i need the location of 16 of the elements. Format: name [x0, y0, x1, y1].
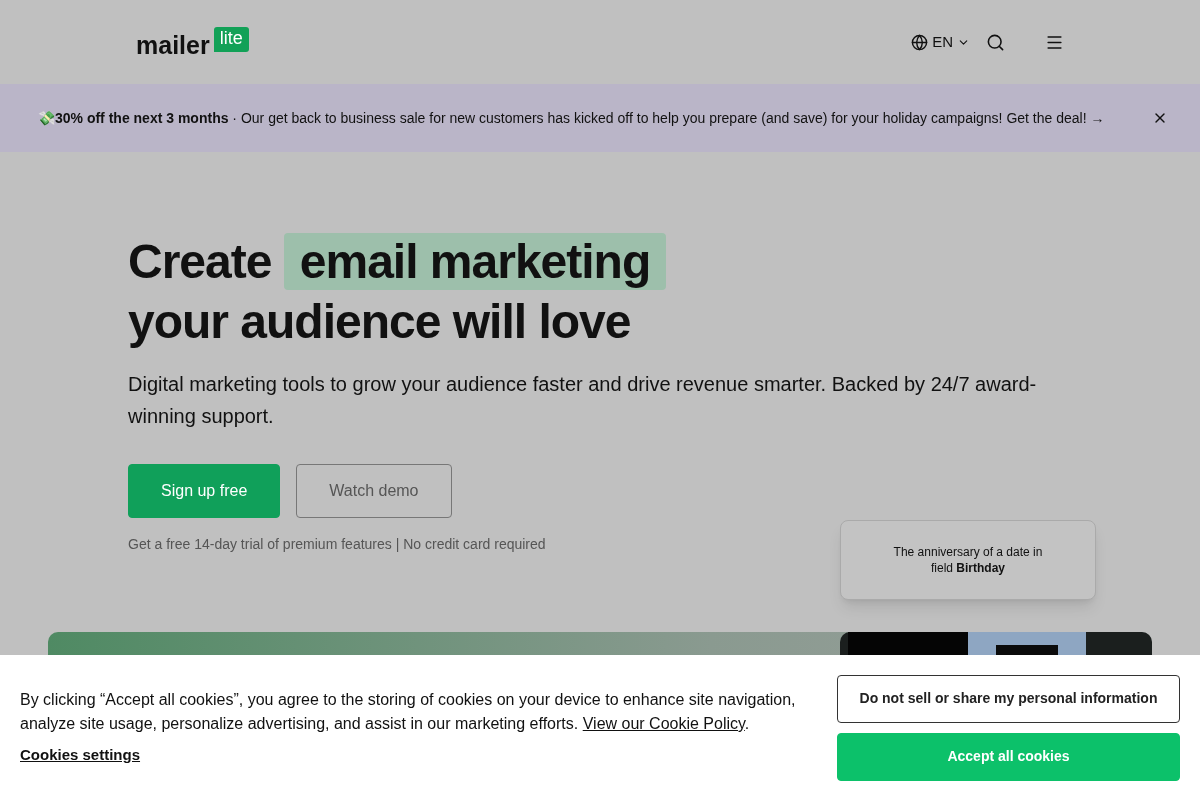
promo-message[interactable]: 💸30% off the next 3 months · Our get back to business sale for new customers has kicked off to help you prepare (and save) for your holiday campaigns! Get the deal! → [38, 106, 1128, 130]
logo-badge: lite [213, 26, 249, 52]
logo-wordmark: mailer [136, 32, 210, 58]
language-selector[interactable]: EN [911, 30, 970, 54]
hero-title: Create email marketing your audience will love [128, 232, 1200, 352]
trial-note: Get a free 14-day trial of premium features | No credit card required [128, 535, 546, 554]
watch-demo-button[interactable]: Watch demo [296, 464, 452, 518]
cookie-message: By clicking “Accept all cookies”, you agree to the storing of cookies on your device to enhance site navigation, analyze site usage, personalize advertising, and assist in our marketing efforts. View our Cookie Policy. [20, 690, 797, 734]
hero-subtitle: Digital marketing tools to grow your audience faster and drive revenue smarter. Backed by 24/7 award-winning support. [128, 372, 1038, 429]
globe-icon [911, 33, 929, 51]
cookie-policy-link[interactable]: View our Cookie Policy [582, 715, 745, 732]
cookies-settings-link[interactable]: Cookies settings [20, 744, 141, 767]
search-icon[interactable] [986, 32, 1005, 52]
logo[interactable]: mailer lite [136, 26, 249, 58]
do-not-sell-button[interactable]: Do not sell or share my personal information [837, 674, 1180, 723]
automation-text: The anniversary of a date in field Birthday [892, 544, 1044, 576]
